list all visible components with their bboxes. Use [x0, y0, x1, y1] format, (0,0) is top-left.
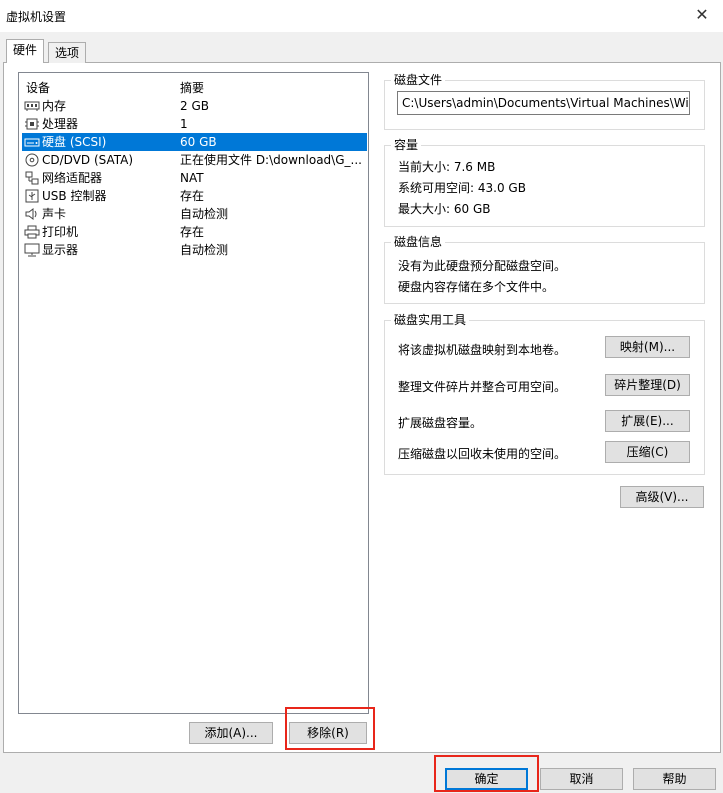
- cd-dvd-icon: [24, 153, 40, 167]
- device-name: 声卡: [42, 207, 67, 221]
- sound-card-icon: [24, 207, 40, 221]
- add-button[interactable]: 添加(A)...: [189, 722, 273, 744]
- device-summary: 60 GB: [180, 135, 217, 149]
- disk-file-title: 磁盘文件: [391, 73, 446, 87]
- device-name: 显示器: [42, 243, 79, 257]
- capacity-title: 容量: [391, 138, 422, 152]
- device-row-processor[interactable]: 处理器 1: [22, 115, 367, 133]
- defragment-button[interactable]: 碎片整理(D): [605, 374, 690, 396]
- usb-icon: [24, 189, 40, 203]
- disk-info-line-2: 硬盘内容存储在多个文件中。: [398, 280, 555, 294]
- device-row-printer[interactable]: 打印机 存在: [22, 223, 367, 241]
- column-device[interactable]: 设备: [26, 79, 50, 96]
- memory-icon: [24, 99, 40, 113]
- title-bar: [0, 0, 723, 32]
- compact-description: 压缩磁盘以回收未使用的空间。: [398, 447, 567, 461]
- disk-utilities-title: 磁盘实用工具: [391, 313, 470, 327]
- disk-info-line-1: 没有为此硬盘预分配磁盘空间。: [398, 259, 567, 273]
- column-summary[interactable]: 摘要: [180, 79, 204, 96]
- device-name: CD/DVD (SATA): [42, 153, 134, 167]
- tab-options[interactable]: 选项: [48, 42, 87, 63]
- device-summary: 自动检测: [180, 207, 229, 221]
- expand-description: 扩展磁盘容量。: [398, 416, 483, 430]
- ok-highlight-box: [434, 755, 539, 792]
- device-summary: 正在使用文件 D:\download\G_...: [180, 153, 362, 167]
- device-row-network[interactable]: 网络适配器 NAT: [22, 169, 367, 187]
- disk-file-path-field[interactable]: C:\Users\admin\Documents\Virtual Machine…: [397, 91, 690, 115]
- device-row-memory[interactable]: 内存 2 GB: [22, 97, 367, 115]
- device-name: 打印机: [42, 225, 79, 239]
- remove-highlight-box: [285, 707, 375, 750]
- defrag-description: 整理文件碎片并整合可用空间。: [398, 380, 567, 394]
- display-icon: [24, 243, 40, 257]
- printer-icon: [24, 225, 40, 239]
- device-row-display[interactable]: 显示器 自动检测: [22, 241, 367, 259]
- device-name: 网络适配器: [42, 171, 103, 185]
- device-list-header: 设备 摘要: [26, 79, 366, 95]
- device-summary: 1: [180, 117, 188, 131]
- device-summary: 2 GB: [180, 99, 209, 113]
- map-description: 将该虚拟机磁盘映射到本地卷。: [398, 343, 567, 357]
- cpu-icon: [24, 117, 40, 131]
- device-name: USB 控制器: [42, 189, 107, 203]
- device-name: 处理器: [42, 117, 79, 131]
- network-adapter-icon: [24, 171, 40, 185]
- tab-hardware[interactable]: 硬件: [6, 39, 45, 63]
- map-button[interactable]: 映射(M)...: [605, 336, 690, 358]
- device-summary: NAT: [180, 171, 204, 185]
- device-summary: 自动检测: [180, 243, 229, 257]
- close-icon[interactable]: ✕: [688, 4, 716, 26]
- device-name: 内存: [42, 99, 67, 113]
- advanced-button[interactable]: 高级(V)...: [620, 486, 704, 508]
- hard-disk-icon: [24, 135, 40, 149]
- device-summary: 存在: [180, 189, 205, 203]
- device-row-sound[interactable]: 声卡 自动检测: [22, 205, 367, 223]
- device-row-usb[interactable]: USB 控制器 存在: [22, 187, 367, 205]
- device-summary: 存在: [180, 225, 205, 239]
- expand-button[interactable]: 扩展(E)...: [605, 410, 690, 432]
- system-free-space-text: 系统可用空间: 43.0 GB: [398, 181, 526, 195]
- window-title: 虚拟机设置: [6, 10, 67, 24]
- current-size-text: 当前大小: 7.6 MB: [398, 160, 496, 174]
- device-name: 硬盘 (SCSI): [42, 135, 107, 149]
- disk-info-title: 磁盘信息: [391, 235, 446, 249]
- compact-button[interactable]: 压缩(C): [605, 441, 690, 463]
- device-row-hard-disk[interactable]: 硬盘 (SCSI) 60 GB: [22, 133, 367, 151]
- device-row-cd-dvd[interactable]: CD/DVD (SATA) 正在使用文件 D:\download\G_...: [22, 151, 367, 169]
- help-button[interactable]: 帮助: [633, 768, 716, 790]
- cancel-button[interactable]: 取消: [540, 768, 623, 790]
- max-size-text: 最大大小: 60 GB: [398, 202, 491, 216]
